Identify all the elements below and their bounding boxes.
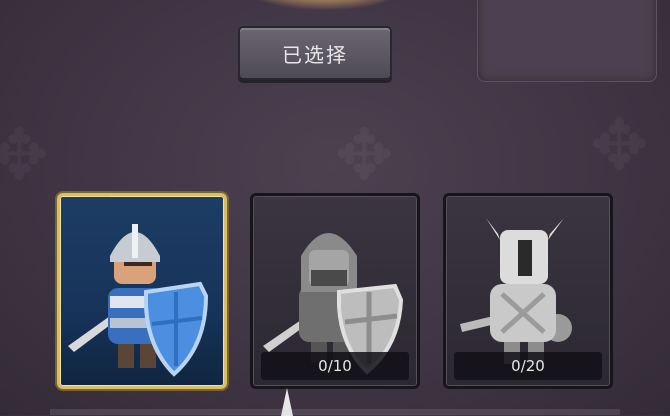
blue-knight-illustration (68, 224, 209, 377)
selected-button-label: 已选择 (282, 42, 348, 67)
selected-button[interactable]: 已选择 (238, 26, 392, 80)
bg-cross-decoration-left: ✥ (0, 120, 49, 190)
top-right-panel (477, 0, 657, 82)
character-card-blue-knight[interactable] (57, 193, 227, 389)
bg-cross-decoration-center: ✥ (335, 120, 394, 190)
character-card-hooded-warrior[interactable]: 0/10 (250, 193, 420, 389)
bg-cross-decoration-right: ✥ (590, 110, 649, 180)
character-card-horned-knight[interactable]: 0/20 (443, 193, 613, 389)
card-progress-counter: 0/20 (454, 352, 602, 380)
bottom-divider (50, 409, 620, 415)
card-progress-counter: 0/10 (261, 352, 409, 380)
top-glow-emblem (230, 0, 420, 10)
